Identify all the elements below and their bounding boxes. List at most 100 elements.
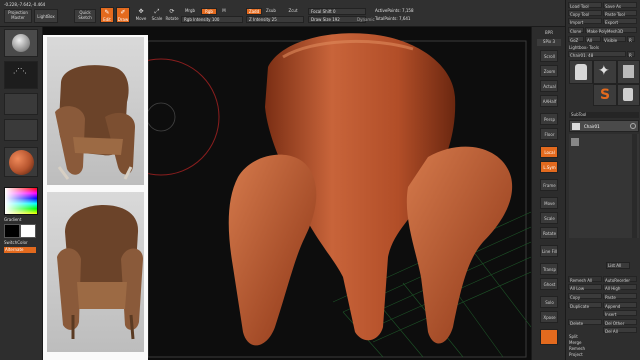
- actual-button[interactable]: Actual: [540, 80, 558, 92]
- dynamic-toggle[interactable]: Dynamic: [357, 17, 375, 22]
- canvas-viewport[interactable]: [43, 27, 531, 360]
- visible-button[interactable]: Visible: [602, 36, 626, 43]
- persp-button[interactable]: Persp: [540, 113, 558, 125]
- copy-button[interactable]: Copy: [568, 293, 602, 300]
- transp-button[interactable]: Transp: [540, 263, 558, 275]
- remesh-all-button[interactable]: Remesh All: [568, 276, 602, 283]
- stroke-thumbnail[interactable]: ⋰⋱: [4, 61, 38, 89]
- zcut-button[interactable]: Zcut: [286, 8, 300, 15]
- brush-thumbnail[interactable]: [4, 29, 38, 57]
- zoom-button[interactable]: Zoom: [540, 65, 558, 77]
- mrgb-button[interactable]: Mrgb: [181, 8, 199, 15]
- rgb-intensity-slider[interactable]: Rgb Intensity 100: [181, 16, 243, 23]
- import-button[interactable]: Import: [568, 18, 602, 25]
- lightbox-button[interactable]: LightBox: [34, 9, 58, 23]
- spix-button[interactable]: SPix 3: [537, 39, 561, 46]
- simplebrush-tool-thumbnail[interactable]: S: [593, 84, 617, 106]
- alpha-thumbnail[interactable]: [4, 93, 38, 115]
- split-button[interactable]: Split: [569, 334, 578, 339]
- scale-view-label: Scale: [544, 216, 555, 221]
- append-button[interactable]: Append: [603, 302, 637, 309]
- del-all-button[interactable]: Del All: [603, 327, 637, 334]
- zadd-button[interactable]: Zadd: [246, 8, 262, 15]
- subtool-header[interactable]: SubTool: [569, 112, 639, 118]
- autoreorder-button[interactable]: AutoReorder: [603, 276, 637, 283]
- list-all-button[interactable]: List All: [606, 262, 630, 269]
- r2-button[interactable]: R: [627, 51, 635, 58]
- move-view-button[interactable]: Move: [540, 197, 558, 209]
- texture-thumbnail[interactable]: [4, 119, 38, 141]
- r-button[interactable]: R: [627, 36, 635, 43]
- merge-button[interactable]: Merge: [569, 340, 582, 345]
- load-tool-button[interactable]: Load Tool: [568, 2, 602, 9]
- lsym-button[interactable]: L.Sym: [540, 161, 558, 173]
- polyframe-button[interactable]: [540, 329, 558, 345]
- solo-button[interactable]: Solo: [540, 296, 558, 308]
- draw-button[interactable]: ✐ Draw: [116, 7, 130, 23]
- goz-button[interactable]: GoZ: [568, 36, 584, 43]
- scale-view-button[interactable]: Scale: [540, 212, 558, 224]
- copy-tool-button[interactable]: Copy Tool: [568, 10, 602, 17]
- focal-shift-slider[interactable]: Focal Shift 0: [308, 8, 366, 15]
- chair-tool-thumbnail-2[interactable]: [617, 84, 640, 106]
- xpose-button[interactable]: Xpose: [540, 311, 558, 323]
- eye-icon[interactable]: [630, 123, 636, 129]
- del-other-button[interactable]: Del Other: [603, 319, 637, 326]
- ghost-label: Ghost: [543, 282, 556, 287]
- draw-icon: ✐: [120, 9, 126, 16]
- m-label: M: [222, 8, 226, 13]
- floor-button[interactable]: Floor: [540, 128, 558, 140]
- paste-tool-button[interactable]: Paste Tool: [603, 10, 637, 17]
- move-view-label: Move: [544, 201, 555, 206]
- material-thumbnail[interactable]: [4, 147, 38, 177]
- all-low-button[interactable]: All Low: [568, 284, 602, 291]
- polymesh-tool-thumbnail[interactable]: [617, 60, 640, 84]
- rgb-label: Rgb: [205, 9, 213, 14]
- scale-button[interactable]: ⤢ Scale: [150, 7, 164, 23]
- delete-button[interactable]: Delete: [568, 319, 602, 326]
- move-button[interactable]: ✥ Move: [134, 7, 148, 23]
- switch-color-button[interactable]: SwitchColor: [4, 240, 28, 245]
- current-tool-slider[interactable]: Chair01. 48: [568, 51, 626, 58]
- bpr-button[interactable]: BPR: [537, 30, 561, 35]
- quick-sketch-button[interactable]: Quick Sketch: [74, 9, 96, 23]
- chair-tool-thumbnail[interactable]: [569, 60, 593, 84]
- frame-button[interactable]: Frame: [540, 179, 558, 191]
- top-toolbar: -0.228,-7.642,-0.464 Projection Master L…: [0, 0, 640, 27]
- rgb-button[interactable]: Rgb: [201, 8, 217, 15]
- star-tool-thumbnail[interactable]: ✦: [593, 60, 617, 84]
- secondary-color-swatch[interactable]: [20, 224, 36, 238]
- ghost-button[interactable]: Ghost: [540, 278, 558, 290]
- save-as-button[interactable]: Save As: [603, 2, 637, 9]
- color-picker[interactable]: [4, 187, 38, 215]
- primary-color-swatch[interactable]: [4, 224, 20, 238]
- rotate-button[interactable]: ⟳ Rotate: [165, 7, 179, 23]
- zsub-button[interactable]: Zsub: [264, 8, 278, 15]
- material-sphere-icon: [9, 150, 34, 175]
- duplicate-button[interactable]: Duplicate: [568, 302, 602, 309]
- subtool-active-item[interactable]: Chair01: [569, 120, 639, 132]
- export-button[interactable]: Export: [603, 18, 637, 25]
- project-button[interactable]: Project: [569, 352, 583, 357]
- rotate-view-button[interactable]: Rotate: [540, 227, 558, 239]
- aahalf-button[interactable]: AAHalf: [540, 95, 558, 107]
- local-button[interactable]: Local: [540, 146, 558, 158]
- alternate-button[interactable]: Alternate: [4, 247, 36, 253]
- remesh-button[interactable]: Remesh: [569, 346, 585, 351]
- make-polymesh-button[interactable]: Make PolyMesh3D: [585, 27, 637, 34]
- subtool-item-icon[interactable]: [571, 138, 579, 146]
- paste-button[interactable]: Paste: [603, 293, 637, 300]
- scroll-button[interactable]: Scroll: [540, 50, 558, 62]
- z-intensity-slider[interactable]: Z Intensity 25: [246, 16, 304, 23]
- edit-button[interactable]: ✎ Edit: [100, 7, 114, 23]
- all-high-button[interactable]: All High: [603, 284, 637, 291]
- mrgb-label: Mrgb: [184, 8, 196, 13]
- insert-button[interactable]: Insert: [603, 310, 637, 317]
- lightbox-tools-button[interactable]: Lightbox› Tools: [569, 45, 599, 50]
- clone-button[interactable]: Clone: [568, 27, 584, 34]
- all-button[interactable]: All: [585, 36, 601, 43]
- m-button[interactable]: M: [219, 8, 229, 15]
- line-fill-button[interactable]: Line Fill: [540, 245, 558, 257]
- subtool-scrollbar[interactable]: [632, 134, 637, 238]
- projection-master-button[interactable]: Projection Master: [4, 9, 32, 23]
